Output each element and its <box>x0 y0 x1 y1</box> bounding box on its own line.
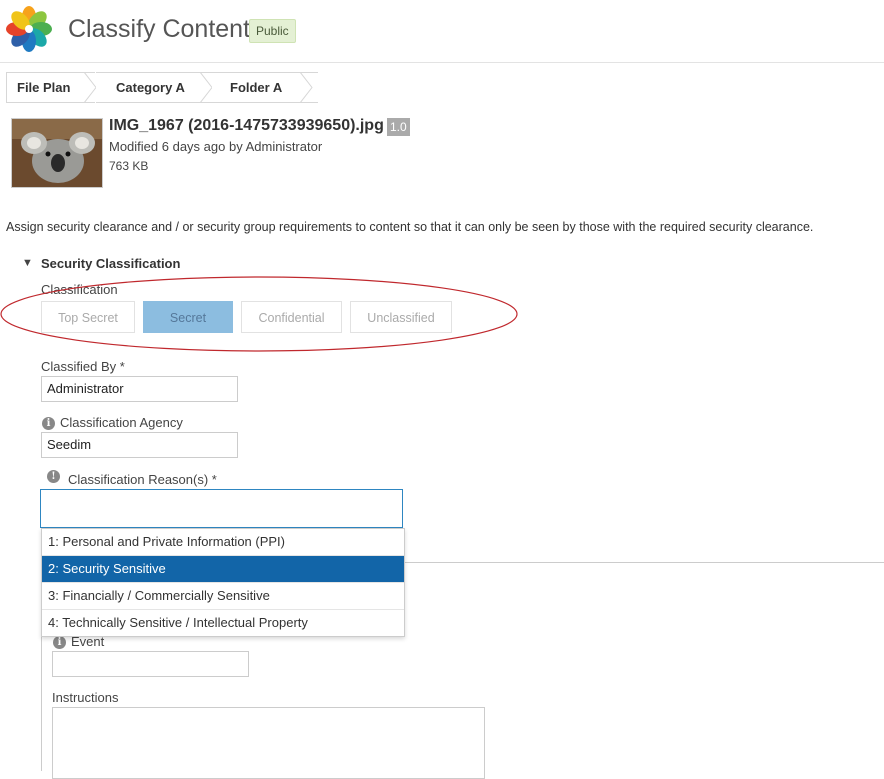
classified-by-field[interactable]: Administrator <box>41 376 238 402</box>
classified-by-label: Classified By * <box>41 359 125 374</box>
info-icon[interactable]: i <box>53 636 66 649</box>
file-name[interactable]: IMG_1967 (2016-1475733939650).jpg <box>109 117 384 135</box>
header-divider <box>0 62 884 63</box>
file-size: 763 KB <box>109 159 149 173</box>
classification-agency-field[interactable]: Seedim <box>41 432 238 458</box>
breadcrumb-separator <box>300 72 313 103</box>
annotation-ellipse <box>0 276 518 352</box>
classification-reasons-label: Classification Reason(s) * <box>68 472 217 487</box>
file-thumbnail[interactable] <box>11 118 103 188</box>
classification-reasons-input[interactable] <box>40 489 403 528</box>
description-text: Assign security clearance and / or secur… <box>6 220 814 234</box>
panel-border <box>403 562 884 563</box>
info-icon[interactable]: i <box>42 417 55 430</box>
version-badge: 1.0 <box>387 118 410 136</box>
koala-image-icon <box>12 119 102 187</box>
alfresco-logo[interactable] <box>5 5 53 53</box>
triangle-down-icon[interactable]: ▼ <box>22 257 33 269</box>
breadcrumb-item-file-plan[interactable]: File Plan <box>6 72 95 103</box>
reasons-dropdown: 1: Personal and Private Information (PPI… <box>41 528 405 637</box>
modified-info: Modified 6 days ago by Administrator <box>109 139 323 154</box>
reason-option[interactable]: 4: Technically Sensitive / Intellectual … <box>42 610 404 636</box>
exclamation-circle-icon[interactable]: ! <box>47 470 60 483</box>
reason-option[interactable]: 3: Financially / Commercially Sensitive <box>42 583 404 610</box>
reason-option[interactable]: 1: Personal and Private Information (PPI… <box>42 529 404 556</box>
page-title: Classify Content <box>68 15 251 43</box>
instructions-textarea[interactable] <box>52 707 485 779</box>
visibility-badge: Public <box>249 19 296 43</box>
event-field[interactable] <box>52 651 249 677</box>
reason-option-highlighted[interactable]: 2: Security Sensitive <box>42 556 404 583</box>
classification-agency-label: Classification Agency <box>60 415 183 430</box>
instructions-label: Instructions <box>52 690 119 705</box>
section-title[interactable]: Security Classification <box>41 256 180 271</box>
alfresco-flower-logo-icon <box>6 6 52 52</box>
